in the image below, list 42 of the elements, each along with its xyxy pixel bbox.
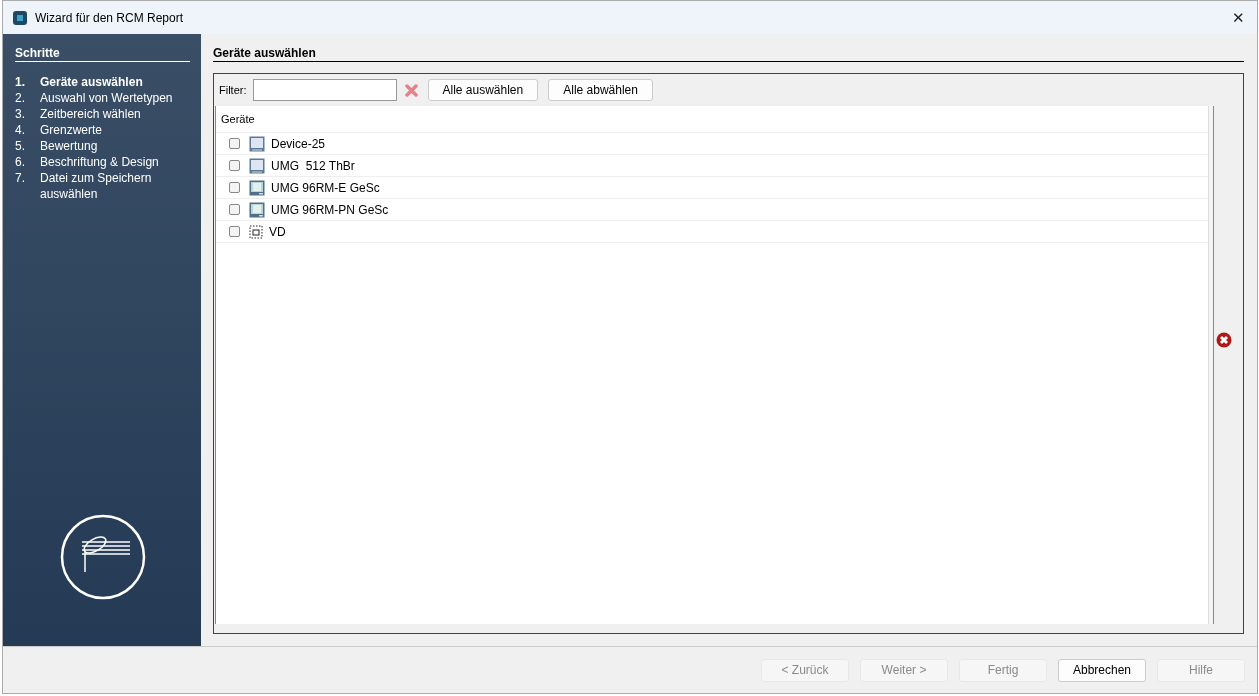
- app-icon: [13, 10, 27, 25]
- checkbox[interactable]: [229, 226, 240, 237]
- clear-icon[interactable]: [404, 83, 418, 97]
- step-label: Geräte auswählen: [40, 74, 143, 90]
- device-name: UMG 96RM-PN GeSc: [271, 202, 389, 217]
- page-title: Geräte auswählen: [213, 46, 1244, 62]
- step-label: Bewertung: [40, 138, 98, 154]
- step-label: Auswahl von Wertetypen: [40, 90, 173, 106]
- meter-icon: [249, 201, 265, 218]
- step-number: 2.: [15, 90, 26, 106]
- step-number: 7.: [15, 170, 26, 187]
- step-number: 6.: [15, 154, 26, 170]
- select-all-button[interactable]: Alle auswählen: [427, 79, 539, 101]
- monitor-icon: [249, 135, 265, 152]
- step-label: Grenzwerte: [40, 122, 103, 138]
- sidebar-heading: Schritte: [15, 46, 190, 62]
- step-label: Datei zum Speichern auswählen: [40, 170, 153, 202]
- filter-field[interactable]: [252, 79, 397, 101]
- device-name: VD: [269, 224, 286, 239]
- column-header: Geräte: [216, 106, 1208, 133]
- step-number: 3.: [15, 106, 26, 122]
- checkbox[interactable]: [229, 160, 240, 171]
- checkbox[interactable]: [229, 138, 240, 149]
- dashed-box-icon: [249, 224, 263, 239]
- step-number: 5.: [15, 138, 26, 154]
- monitor-icon: [249, 157, 265, 174]
- error-icon: [1216, 332, 1232, 348]
- device-name: Device-25: [271, 136, 326, 151]
- checkbox[interactable]: [229, 182, 240, 193]
- window-title: Wizard für den RCM Report: [35, 10, 185, 25]
- step-label: Beschriftung & Design: [40, 154, 159, 170]
- device-name: UMG 512 ThBr: [271, 158, 355, 173]
- step-label: Zeitbereich wählen: [40, 106, 141, 122]
- meter-icon: [249, 179, 265, 196]
- device-name: UMG 96RM-E GeSc: [271, 180, 380, 195]
- close-button[interactable]: ✕: [1220, 1, 1257, 34]
- step-number: 1.: [15, 74, 26, 90]
- step-number: 4.: [15, 122, 26, 138]
- wizard-button[interactable]: Abbrechen: [1058, 658, 1146, 682]
- filter-label: Filter:: [219, 84, 247, 96]
- checkbox[interactable]: [229, 204, 240, 215]
- deselect-all-button[interactable]: Alle abwählen: [548, 79, 653, 101]
